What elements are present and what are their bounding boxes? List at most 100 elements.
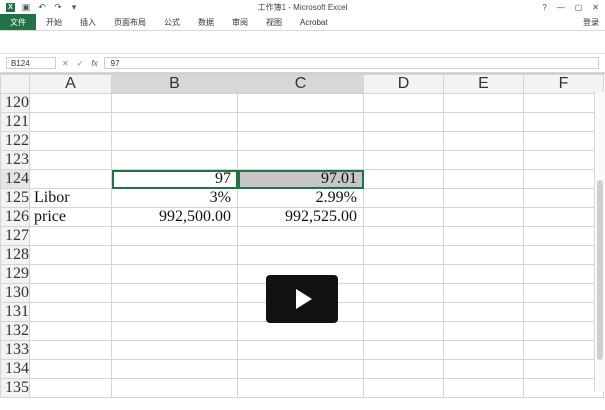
cell-c128[interactable] bbox=[237, 245, 364, 265]
cell-b121[interactable] bbox=[111, 112, 238, 132]
col-header-b[interactable]: B bbox=[111, 74, 238, 94]
cell-f135[interactable] bbox=[523, 378, 604, 398]
cell-a134[interactable] bbox=[29, 359, 112, 379]
cell-c122[interactable] bbox=[237, 131, 364, 151]
cell-f120[interactable] bbox=[523, 93, 604, 113]
cell-b133[interactable] bbox=[111, 340, 238, 360]
tab-file[interactable]: 文件 bbox=[0, 14, 36, 30]
cell-a123[interactable] bbox=[29, 150, 112, 170]
cell-e125[interactable] bbox=[443, 188, 524, 208]
cell-d123[interactable] bbox=[363, 150, 444, 170]
cell-c132[interactable] bbox=[237, 321, 364, 341]
cell-d121[interactable] bbox=[363, 112, 444, 132]
cell-d126[interactable] bbox=[363, 207, 444, 227]
cell-b127[interactable] bbox=[111, 226, 238, 246]
cell-f124[interactable] bbox=[523, 169, 604, 189]
cell-d122[interactable] bbox=[363, 131, 444, 151]
row-header[interactable]: 122 bbox=[0, 131, 30, 151]
cell-c121[interactable] bbox=[237, 112, 364, 132]
cell-f123[interactable] bbox=[523, 150, 604, 170]
play-icon[interactable] bbox=[266, 275, 338, 323]
cell-c127[interactable] bbox=[237, 226, 364, 246]
cell-e127[interactable] bbox=[443, 226, 524, 246]
cell-e124[interactable] bbox=[443, 169, 524, 189]
cell-c125[interactable]: 2.99% bbox=[237, 188, 364, 208]
cell-c134[interactable] bbox=[237, 359, 364, 379]
cell-b131[interactable] bbox=[111, 302, 238, 322]
cell-b124[interactable]: 97 bbox=[111, 169, 238, 189]
cell-e128[interactable] bbox=[443, 245, 524, 265]
cell-f126[interactable] bbox=[523, 207, 604, 227]
row-header[interactable]: 125 bbox=[0, 188, 30, 208]
cell-e135[interactable] bbox=[443, 378, 524, 398]
cell-a124[interactable] bbox=[29, 169, 112, 189]
save-icon[interactable]: ▣ bbox=[21, 2, 31, 12]
cell-a122[interactable] bbox=[29, 131, 112, 151]
cell-d128[interactable] bbox=[363, 245, 444, 265]
col-header-a[interactable]: A bbox=[29, 74, 112, 94]
row-header[interactable]: 134 bbox=[0, 359, 30, 379]
tab-insert[interactable]: 插入 bbox=[80, 17, 96, 28]
function-icon[interactable]: fx bbox=[91, 59, 97, 68]
cell-b125[interactable]: 3% bbox=[111, 188, 238, 208]
cell-b128[interactable] bbox=[111, 245, 238, 265]
formula-input[interactable]: 97 bbox=[103, 57, 599, 69]
cell-c126[interactable]: 992,525.00 bbox=[237, 207, 364, 227]
cell-f129[interactable] bbox=[523, 264, 604, 284]
cell-f130[interactable] bbox=[523, 283, 604, 303]
cell-a130[interactable] bbox=[29, 283, 112, 303]
cell-f131[interactable] bbox=[523, 302, 604, 322]
cell-c133[interactable] bbox=[237, 340, 364, 360]
cell-e130[interactable] bbox=[443, 283, 524, 303]
restore-icon[interactable]: ▢ bbox=[575, 3, 583, 12]
cell-b126[interactable]: 992,500.00 bbox=[111, 207, 238, 227]
cell-d130[interactable] bbox=[363, 283, 444, 303]
cell-c123[interactable] bbox=[237, 150, 364, 170]
cell-a125[interactable]: Libor bbox=[29, 188, 112, 208]
cell-f133[interactable] bbox=[523, 340, 604, 360]
cell-d127[interactable] bbox=[363, 226, 444, 246]
cell-b120[interactable] bbox=[111, 93, 238, 113]
account-link[interactable]: 登录 bbox=[583, 17, 599, 28]
cell-a133[interactable] bbox=[29, 340, 112, 360]
scrollbar-thumb[interactable] bbox=[597, 180, 603, 360]
row-header[interactable]: 121 bbox=[0, 112, 30, 132]
col-header-c[interactable]: C bbox=[237, 74, 364, 94]
cell-a131[interactable] bbox=[29, 302, 112, 322]
redo-icon[interactable]: ↷ bbox=[53, 2, 63, 12]
cell-a120[interactable] bbox=[29, 93, 112, 113]
cell-b123[interactable] bbox=[111, 150, 238, 170]
row-header[interactable]: 120 bbox=[0, 93, 30, 113]
cell-d131[interactable] bbox=[363, 302, 444, 322]
row-header[interactable]: 132 bbox=[0, 321, 30, 341]
name-box[interactable]: B124 bbox=[6, 57, 56, 69]
minimize-icon[interactable]: — bbox=[557, 3, 565, 12]
cell-a127[interactable] bbox=[29, 226, 112, 246]
tab-formulas[interactable]: 公式 bbox=[164, 17, 180, 28]
cell-f132[interactable] bbox=[523, 321, 604, 341]
cell-a135[interactable] bbox=[29, 378, 112, 398]
cell-c120[interactable] bbox=[237, 93, 364, 113]
row-header[interactable]: 124 bbox=[0, 169, 30, 189]
col-header-d[interactable]: D bbox=[363, 74, 444, 94]
cell-d133[interactable] bbox=[363, 340, 444, 360]
cell-f128[interactable] bbox=[523, 245, 604, 265]
row-header[interactable]: 133 bbox=[0, 340, 30, 360]
tab-review[interactable]: 审阅 bbox=[232, 17, 248, 28]
cell-f125[interactable] bbox=[523, 188, 604, 208]
cell-f122[interactable] bbox=[523, 131, 604, 151]
cell-f121[interactable] bbox=[523, 112, 604, 132]
tab-data[interactable]: 数据 bbox=[198, 17, 214, 28]
cell-a129[interactable] bbox=[29, 264, 112, 284]
tab-page-layout[interactable]: 页面布局 bbox=[114, 17, 146, 28]
cell-e133[interactable] bbox=[443, 340, 524, 360]
cell-b132[interactable] bbox=[111, 321, 238, 341]
col-header-e[interactable]: E bbox=[443, 74, 524, 94]
cell-d125[interactable] bbox=[363, 188, 444, 208]
cancel-icon[interactable]: ✕ bbox=[62, 59, 69, 68]
vertical-scrollbar[interactable] bbox=[594, 92, 605, 392]
row-header[interactable]: 127 bbox=[0, 226, 30, 246]
cell-f127[interactable] bbox=[523, 226, 604, 246]
cell-a121[interactable] bbox=[29, 112, 112, 132]
cell-a128[interactable] bbox=[29, 245, 112, 265]
